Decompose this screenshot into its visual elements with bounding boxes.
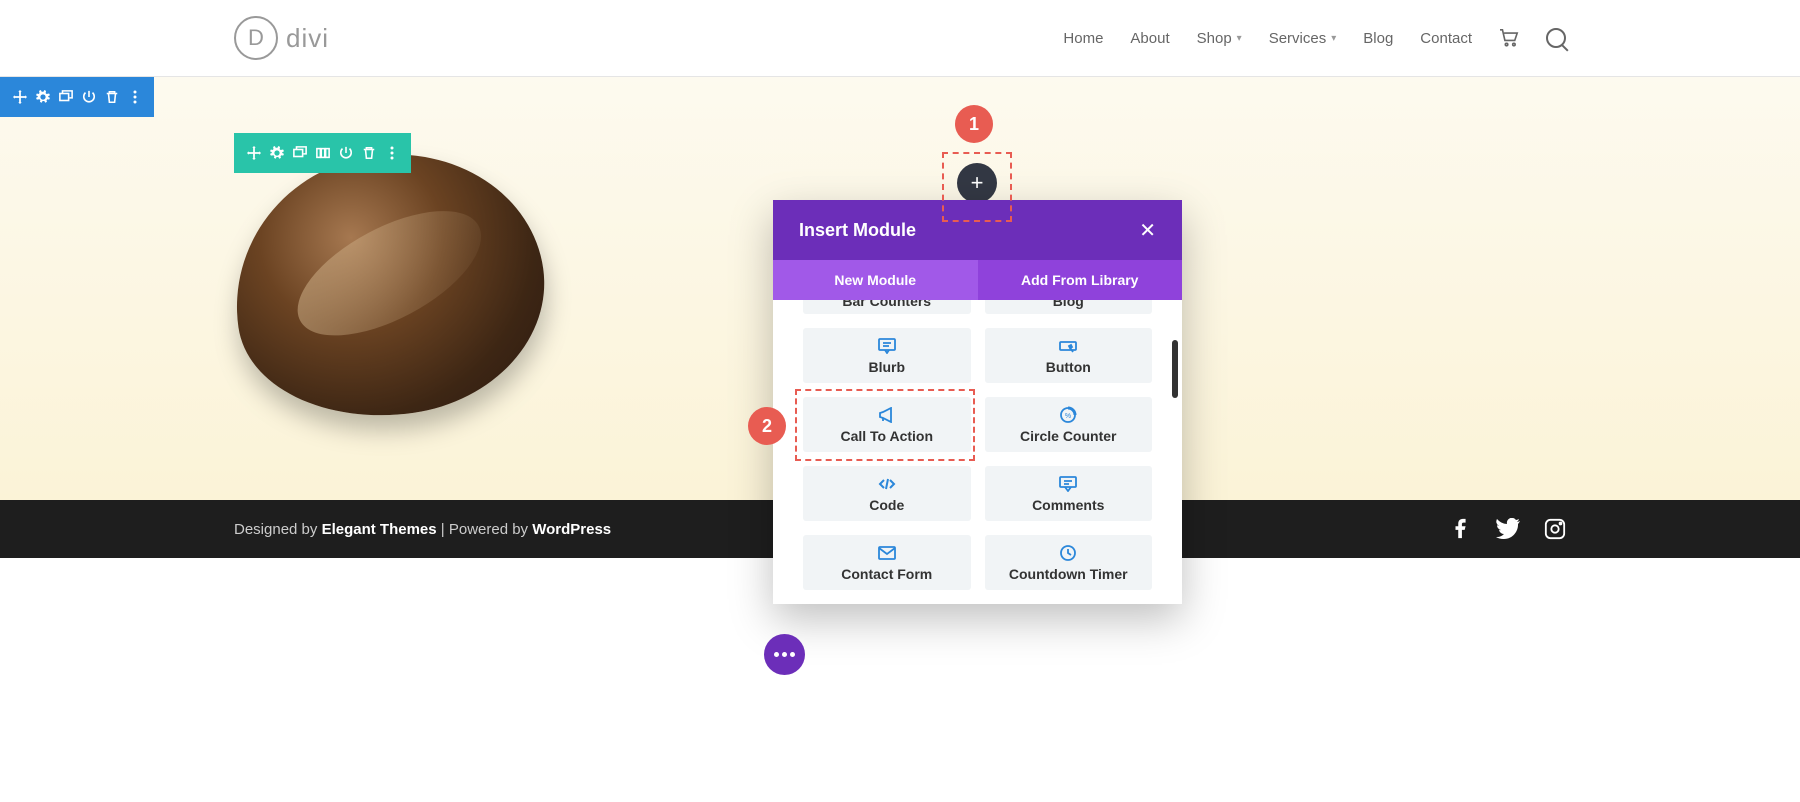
footer-credits: Designed by Elegant Themes | Powered by …: [234, 521, 611, 538]
row-toolbar: [234, 133, 411, 173]
move-icon[interactable]: [8, 77, 31, 117]
logo-mark-icon: D: [234, 16, 278, 60]
module-item-code[interactable]: Code: [803, 466, 971, 521]
gear-icon[interactable]: [31, 77, 54, 117]
megaphone-icon: [878, 406, 896, 424]
footer-link-wordpress[interactable]: WordPress: [532, 521, 611, 538]
section-toolbar: [0, 77, 154, 117]
nav-services[interactable]: Services▾: [1269, 30, 1337, 47]
modal-body: Bar Counters Blog Blurb Button Call To A…: [773, 300, 1182, 604]
dot-icon: [782, 652, 787, 657]
comments-icon: [1059, 475, 1077, 493]
footer-socials: [1450, 518, 1566, 540]
nav-about[interactable]: About: [1130, 30, 1169, 47]
trash-icon[interactable]: [357, 133, 380, 173]
footer-link-elegant-themes[interactable]: Elegant Themes: [322, 521, 437, 538]
annotation-callout-1: 1: [955, 105, 993, 143]
button-icon: [1059, 337, 1077, 355]
more-vertical-icon[interactable]: [123, 77, 146, 117]
dot-icon: [790, 652, 795, 657]
code-icon: [878, 475, 896, 493]
cart-icon[interactable]: [1499, 29, 1519, 47]
site-logo[interactable]: D divi: [234, 16, 329, 60]
modal-tabs: New Module Add From Library: [773, 260, 1182, 300]
tab-add-from-library[interactable]: Add From Library: [978, 260, 1183, 300]
primary-nav: Home About Shop▾ Services▾ Blog Contact: [1063, 28, 1566, 48]
scrollbar-thumb[interactable]: [1172, 340, 1178, 398]
modal-title: Insert Module: [799, 220, 916, 241]
power-icon[interactable]: [334, 133, 357, 173]
power-icon[interactable]: [77, 77, 100, 117]
modal-header: Insert Module ✕: [773, 200, 1182, 260]
nav-home[interactable]: Home: [1063, 30, 1103, 47]
tab-new-module[interactable]: New Module: [773, 260, 978, 300]
move-icon[interactable]: [242, 133, 265, 173]
add-module-button[interactable]: +: [957, 163, 997, 203]
module-item-countdown-timer[interactable]: Countdown Timer: [985, 535, 1153, 590]
page-canvas: 1 + Insert Module ✕ New Module Add From …: [0, 77, 1800, 500]
insert-module-modal: Insert Module ✕ New Module Add From Libr…: [773, 200, 1182, 604]
module-item-circle-counter[interactable]: % Circle Counter: [985, 397, 1153, 452]
nav-blog[interactable]: Blog: [1363, 30, 1393, 47]
search-icon[interactable]: [1546, 28, 1566, 48]
annotation-callout-2: 2: [748, 407, 786, 445]
chevron-down-icon: ▾: [1237, 33, 1242, 44]
dot-icon: [774, 652, 779, 657]
module-item-blurb[interactable]: Blurb: [803, 328, 971, 383]
facebook-icon[interactable]: [1450, 518, 1472, 540]
module-item-comments[interactable]: Comments: [985, 466, 1153, 521]
twitter-icon[interactable]: [1496, 518, 1520, 540]
module-item-contact-form[interactable]: Contact Form: [803, 535, 971, 590]
envelope-icon: [878, 544, 896, 562]
module-item-call-to-action[interactable]: Call To Action: [803, 397, 971, 452]
site-header: D divi Home About Shop▾ Services▾ Blog C…: [0, 0, 1800, 77]
module-item-bar-counters[interactable]: Bar Counters: [803, 300, 971, 314]
clock-icon: [1059, 544, 1077, 562]
trash-icon[interactable]: [100, 77, 123, 117]
logo-text: divi: [286, 23, 329, 54]
circle-counter-icon: %: [1059, 406, 1077, 424]
columns-icon[interactable]: [311, 133, 334, 173]
chevron-down-icon: ▾: [1331, 33, 1336, 44]
nav-shop[interactable]: Shop▾: [1197, 30, 1242, 47]
gear-icon[interactable]: [265, 133, 288, 173]
svg-text:%: %: [1065, 413, 1071, 420]
blurb-icon: [878, 337, 896, 355]
module-item-blog[interactable]: Blog: [985, 300, 1153, 314]
module-item-button[interactable]: Button: [985, 328, 1153, 383]
duplicate-icon[interactable]: [54, 77, 77, 117]
product-image: [234, 155, 544, 415]
instagram-icon[interactable]: [1544, 518, 1566, 540]
builder-settings-fab[interactable]: [764, 634, 805, 675]
duplicate-icon[interactable]: [288, 133, 311, 173]
nav-contact[interactable]: Contact: [1420, 30, 1472, 47]
more-vertical-icon[interactable]: [380, 133, 403, 173]
close-icon[interactable]: ✕: [1139, 218, 1156, 243]
